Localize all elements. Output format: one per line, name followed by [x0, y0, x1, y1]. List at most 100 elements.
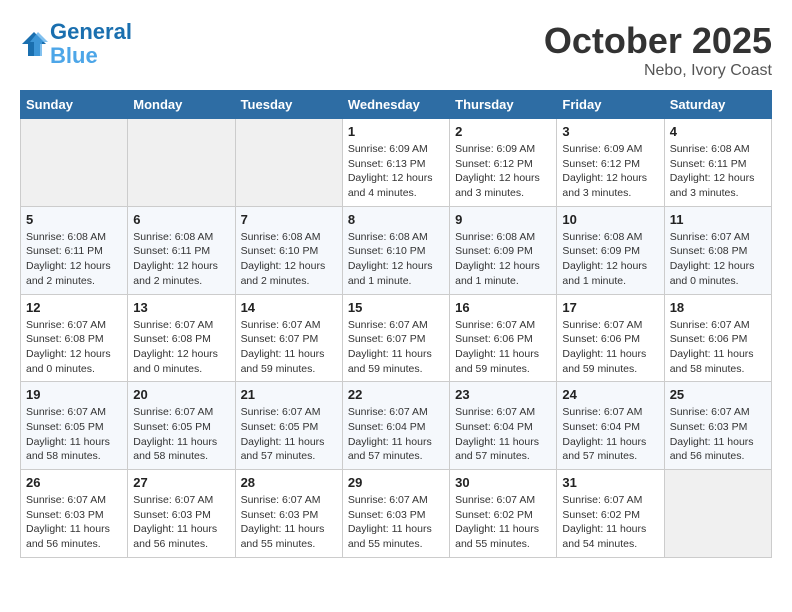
day-info: Sunrise: 6:07 AM Sunset: 6:05 PM Dayligh… — [241, 405, 337, 464]
day-info: Sunrise: 6:07 AM Sunset: 6:08 PM Dayligh… — [26, 318, 122, 377]
day-number: 1 — [348, 124, 444, 139]
calendar-cell: 23 Sunrise: 6:07 AM Sunset: 6:04 PM Dayl… — [450, 382, 557, 470]
day-number: 15 — [348, 300, 444, 315]
calendar-cell — [128, 119, 235, 207]
day-number: 31 — [562, 475, 658, 490]
day-info: Sunrise: 6:07 AM Sunset: 6:03 PM Dayligh… — [26, 493, 122, 552]
weekday-header-tuesday: Tuesday — [235, 91, 342, 119]
calendar-cell: 25 Sunrise: 6:07 AM Sunset: 6:03 PM Dayl… — [664, 382, 771, 470]
weekday-header-friday: Friday — [557, 91, 664, 119]
calendar-cell — [664, 470, 771, 558]
calendar-cell: 14 Sunrise: 6:07 AM Sunset: 6:07 PM Dayl… — [235, 294, 342, 382]
calendar-cell: 19 Sunrise: 6:07 AM Sunset: 6:05 PM Dayl… — [21, 382, 128, 470]
calendar-cell: 10 Sunrise: 6:08 AM Sunset: 6:09 PM Dayl… — [557, 206, 664, 294]
day-info: Sunrise: 6:07 AM Sunset: 6:07 PM Dayligh… — [241, 318, 337, 377]
day-number: 22 — [348, 387, 444, 402]
day-number: 16 — [455, 300, 551, 315]
day-info: Sunrise: 6:07 AM Sunset: 6:03 PM Dayligh… — [348, 493, 444, 552]
day-number: 21 — [241, 387, 337, 402]
calendar-cell: 22 Sunrise: 6:07 AM Sunset: 6:04 PM Dayl… — [342, 382, 449, 470]
day-info: Sunrise: 6:07 AM Sunset: 6:08 PM Dayligh… — [133, 318, 229, 377]
day-number: 27 — [133, 475, 229, 490]
day-number: 19 — [26, 387, 122, 402]
day-info: Sunrise: 6:08 AM Sunset: 6:09 PM Dayligh… — [455, 230, 551, 289]
day-number: 24 — [562, 387, 658, 402]
day-number: 26 — [26, 475, 122, 490]
logo-line2: Blue — [50, 43, 98, 68]
calendar-cell — [21, 119, 128, 207]
weekday-header-row: SundayMondayTuesdayWednesdayThursdayFrid… — [21, 91, 772, 119]
day-info: Sunrise: 6:09 AM Sunset: 6:13 PM Dayligh… — [348, 142, 444, 201]
day-info: Sunrise: 6:07 AM Sunset: 6:02 PM Dayligh… — [455, 493, 551, 552]
calendar-cell: 31 Sunrise: 6:07 AM Sunset: 6:02 PM Dayl… — [557, 470, 664, 558]
day-info: Sunrise: 6:07 AM Sunset: 6:05 PM Dayligh… — [133, 405, 229, 464]
weekday-header-wednesday: Wednesday — [342, 91, 449, 119]
day-number: 20 — [133, 387, 229, 402]
day-info: Sunrise: 6:07 AM Sunset: 6:04 PM Dayligh… — [455, 405, 551, 464]
day-info: Sunrise: 6:09 AM Sunset: 6:12 PM Dayligh… — [455, 142, 551, 201]
calendar-cell: 13 Sunrise: 6:07 AM Sunset: 6:08 PM Dayl… — [128, 294, 235, 382]
day-info: Sunrise: 6:08 AM Sunset: 6:11 PM Dayligh… — [26, 230, 122, 289]
day-number: 11 — [670, 212, 766, 227]
day-info: Sunrise: 6:08 AM Sunset: 6:11 PM Dayligh… — [670, 142, 766, 201]
calendar-cell: 6 Sunrise: 6:08 AM Sunset: 6:11 PM Dayli… — [128, 206, 235, 294]
day-number: 8 — [348, 212, 444, 227]
weekday-header-sunday: Sunday — [21, 91, 128, 119]
logo: General Blue — [20, 20, 132, 68]
calendar-cell: 16 Sunrise: 6:07 AM Sunset: 6:06 PM Dayl… — [450, 294, 557, 382]
calendar-cell — [235, 119, 342, 207]
calendar-cell: 4 Sunrise: 6:08 AM Sunset: 6:11 PM Dayli… — [664, 119, 771, 207]
logo-line1: General — [50, 19, 132, 44]
day-number: 18 — [670, 300, 766, 315]
day-info: Sunrise: 6:07 AM Sunset: 6:05 PM Dayligh… — [26, 405, 122, 464]
month-title: October 2025 — [544, 20, 772, 62]
day-number: 3 — [562, 124, 658, 139]
day-number: 9 — [455, 212, 551, 227]
week-row-4: 19 Sunrise: 6:07 AM Sunset: 6:05 PM Dayl… — [21, 382, 772, 470]
calendar-cell: 1 Sunrise: 6:09 AM Sunset: 6:13 PM Dayli… — [342, 119, 449, 207]
calendar-cell: 21 Sunrise: 6:07 AM Sunset: 6:05 PM Dayl… — [235, 382, 342, 470]
day-number: 12 — [26, 300, 122, 315]
day-info: Sunrise: 6:08 AM Sunset: 6:10 PM Dayligh… — [348, 230, 444, 289]
calendar-cell: 9 Sunrise: 6:08 AM Sunset: 6:09 PM Dayli… — [450, 206, 557, 294]
day-info: Sunrise: 6:08 AM Sunset: 6:09 PM Dayligh… — [562, 230, 658, 289]
day-number: 23 — [455, 387, 551, 402]
calendar-cell: 24 Sunrise: 6:07 AM Sunset: 6:04 PM Dayl… — [557, 382, 664, 470]
day-info: Sunrise: 6:07 AM Sunset: 6:06 PM Dayligh… — [455, 318, 551, 377]
day-number: 25 — [670, 387, 766, 402]
title-area: October 2025 Nebo, Ivory Coast — [544, 20, 772, 80]
day-info: Sunrise: 6:07 AM Sunset: 6:03 PM Dayligh… — [133, 493, 229, 552]
day-number: 17 — [562, 300, 658, 315]
calendar-cell: 26 Sunrise: 6:07 AM Sunset: 6:03 PM Dayl… — [21, 470, 128, 558]
weekday-header-saturday: Saturday — [664, 91, 771, 119]
calendar-cell: 20 Sunrise: 6:07 AM Sunset: 6:05 PM Dayl… — [128, 382, 235, 470]
calendar-cell: 30 Sunrise: 6:07 AM Sunset: 6:02 PM Dayl… — [450, 470, 557, 558]
week-row-3: 12 Sunrise: 6:07 AM Sunset: 6:08 PM Dayl… — [21, 294, 772, 382]
calendar-cell: 17 Sunrise: 6:07 AM Sunset: 6:06 PM Dayl… — [557, 294, 664, 382]
day-number: 7 — [241, 212, 337, 227]
day-number: 13 — [133, 300, 229, 315]
day-info: Sunrise: 6:07 AM Sunset: 6:08 PM Dayligh… — [670, 230, 766, 289]
day-info: Sunrise: 6:07 AM Sunset: 6:04 PM Dayligh… — [348, 405, 444, 464]
location-subtitle: Nebo, Ivory Coast — [544, 62, 772, 80]
day-info: Sunrise: 6:07 AM Sunset: 6:03 PM Dayligh… — [670, 405, 766, 464]
day-number: 29 — [348, 475, 444, 490]
calendar-cell: 29 Sunrise: 6:07 AM Sunset: 6:03 PM Dayl… — [342, 470, 449, 558]
page-header: General Blue October 2025 Nebo, Ivory Co… — [20, 20, 772, 80]
day-number: 30 — [455, 475, 551, 490]
weekday-header-thursday: Thursday — [450, 91, 557, 119]
logo-icon — [20, 30, 48, 58]
day-info: Sunrise: 6:07 AM Sunset: 6:03 PM Dayligh… — [241, 493, 337, 552]
day-info: Sunrise: 6:09 AM Sunset: 6:12 PM Dayligh… — [562, 142, 658, 201]
week-row-5: 26 Sunrise: 6:07 AM Sunset: 6:03 PM Dayl… — [21, 470, 772, 558]
day-number: 14 — [241, 300, 337, 315]
day-info: Sunrise: 6:08 AM Sunset: 6:11 PM Dayligh… — [133, 230, 229, 289]
calendar-cell: 27 Sunrise: 6:07 AM Sunset: 6:03 PM Dayl… — [128, 470, 235, 558]
day-info: Sunrise: 6:07 AM Sunset: 6:07 PM Dayligh… — [348, 318, 444, 377]
calendar-cell: 11 Sunrise: 6:07 AM Sunset: 6:08 PM Dayl… — [664, 206, 771, 294]
week-row-1: 1 Sunrise: 6:09 AM Sunset: 6:13 PM Dayli… — [21, 119, 772, 207]
day-info: Sunrise: 6:07 AM Sunset: 6:06 PM Dayligh… — [670, 318, 766, 377]
day-number: 4 — [670, 124, 766, 139]
week-row-2: 5 Sunrise: 6:08 AM Sunset: 6:11 PM Dayli… — [21, 206, 772, 294]
calendar-cell: 7 Sunrise: 6:08 AM Sunset: 6:10 PM Dayli… — [235, 206, 342, 294]
